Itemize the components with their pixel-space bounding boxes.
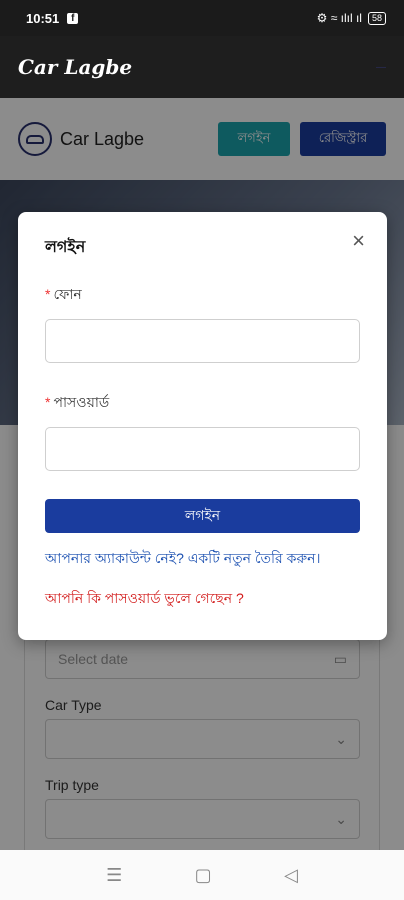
status-time: 10:51	[26, 10, 60, 26]
dialog-title: লগইন	[45, 239, 86, 256]
app-title: Car Lagbe	[18, 55, 133, 79]
status-icons: ⚙ ≈ ılıl ıl 58	[317, 11, 386, 25]
required-mark: *	[45, 394, 51, 410]
register-link[interactable]: আপনার অ্যাকাউন্ট নেই? একটি নতুন তৈরি করু…	[45, 547, 360, 571]
back-icon[interactable]: ◁	[284, 865, 298, 886]
password-label: * পাসওয়ার্ড	[45, 391, 360, 415]
phone-label: * ফোন	[45, 283, 360, 307]
password-label-text: পাসওয়ার্ড	[53, 394, 110, 410]
menu-icon[interactable]: —	[376, 62, 386, 73]
facebook-icon: f	[67, 12, 79, 24]
close-icon[interactable]: ×	[352, 230, 365, 252]
password-input[interactable]	[45, 427, 360, 471]
phone-label-text: ফোন	[53, 286, 82, 302]
recent-apps-icon[interactable]: ☰	[106, 865, 122, 886]
status-bar: 10:51 f ⚙ ≈ ılıl ıl 58	[0, 0, 404, 36]
app-bar: Car Lagbe —	[0, 36, 404, 98]
required-mark: *	[45, 286, 51, 302]
login-button[interactable]: লগইন	[45, 499, 360, 533]
login-dialog: লগইন × * ফোন * পাসওয়ার্ড লগইন আপনার অ্যাক…	[18, 212, 387, 640]
system-nav-bar: ☰ ▢ ◁	[0, 850, 404, 900]
battery-icon: 58	[367, 11, 386, 25]
signal-icons: ⚙ ≈ ılıl ıl	[316, 11, 362, 25]
forgot-password-link[interactable]: আপনি কি পাসওয়ার্ড ভুলে গেছেন ?	[45, 587, 360, 611]
phone-input[interactable]	[45, 319, 360, 363]
home-icon[interactable]: ▢	[195, 865, 212, 886]
